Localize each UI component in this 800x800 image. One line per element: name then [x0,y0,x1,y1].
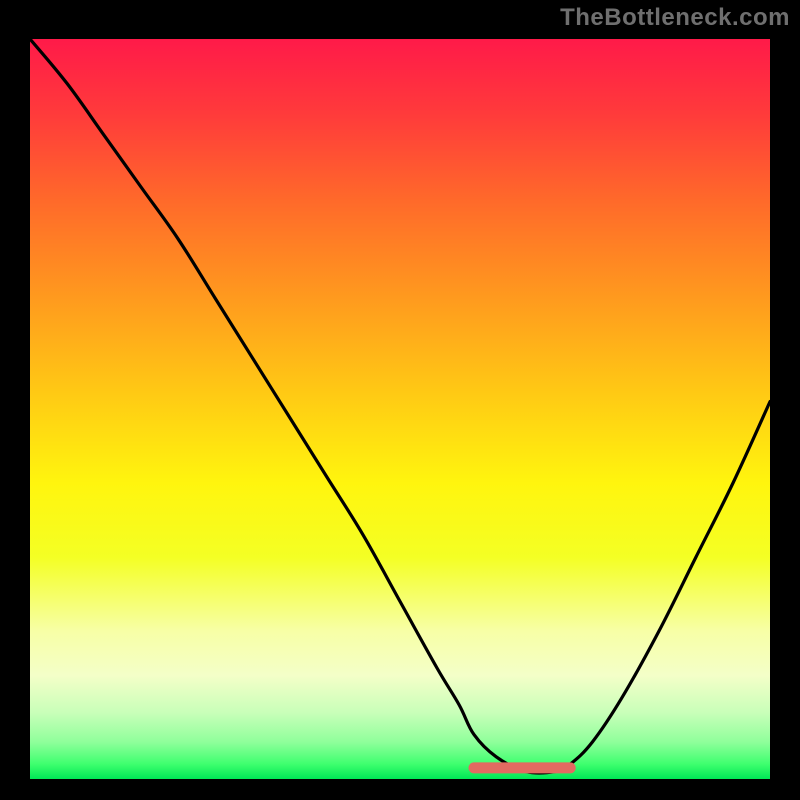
chart-plot-area [30,39,770,779]
chart-svg [30,39,770,779]
chart-background-gradient [30,39,770,779]
watermark-text: TheBottleneck.com [560,4,790,32]
